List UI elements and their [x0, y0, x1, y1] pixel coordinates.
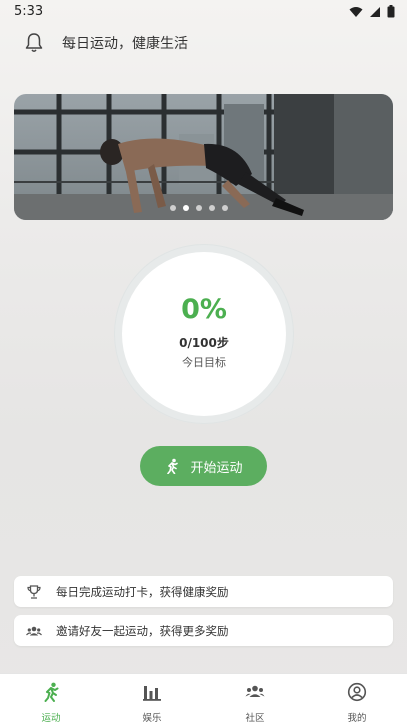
running-icon — [44, 682, 59, 702]
banner-carousel[interactable] — [14, 94, 393, 220]
tab-label: 娱乐 — [142, 713, 162, 724]
bell-icon[interactable] — [24, 32, 44, 54]
carousel-dot[interactable] — [170, 205, 176, 211]
page-title: 每日运动，健康生活 — [62, 36, 188, 52]
running-icon — [167, 458, 179, 474]
tip-card-checkin[interactable]: 每日完成运动打卡，获得健康奖励 — [14, 576, 393, 607]
trophy-icon — [27, 584, 41, 599]
tip-card-invite[interactable]: 邀请好友一起运动，获得更多奖励 — [14, 615, 393, 646]
start-button-label: 开始运动 — [190, 460, 243, 476]
carousel-dot[interactable] — [209, 205, 215, 211]
tab-label: 我的 — [347, 713, 367, 724]
status-icons — [349, 5, 395, 18]
tab-profile[interactable]: 我的 — [327, 682, 387, 724]
tab-label: 运动 — [41, 713, 61, 724]
progress-percent: 0% — [181, 294, 227, 325]
carousel-dot[interactable] — [196, 205, 202, 211]
app-header: 每日运动，健康生活 — [0, 24, 407, 62]
steps-count: 0/100步 — [179, 336, 229, 350]
carousel-dot[interactable] — [222, 205, 228, 211]
community-icon — [245, 685, 265, 697]
bottom-tab-bar: 运动 娱乐 社区 我的 — [0, 673, 407, 726]
tab-entertainment[interactable]: 娱乐 — [122, 682, 182, 724]
profile-icon — [347, 682, 367, 702]
tip-text: 邀请好友一起运动，获得更多奖励 — [56, 623, 229, 638]
tab-exercise[interactable]: 运动 — [21, 682, 81, 724]
friends-icon — [26, 626, 42, 635]
carousel-dot-active[interactable] — [183, 205, 189, 211]
carousel-indicator — [170, 205, 228, 211]
progress-ring: 0% 0/100步 今日目标 — [114, 244, 294, 424]
bar-chart-icon — [143, 686, 161, 701]
status-time: 5:33 — [14, 4, 44, 19]
tab-community[interactable]: 社区 — [225, 682, 285, 724]
battery-icon — [387, 5, 395, 18]
goal-label: 今日目标 — [182, 356, 226, 369]
signal-icon — [370, 6, 380, 17]
tab-label: 社区 — [245, 713, 265, 724]
status-bar: 5:33 — [0, 0, 407, 24]
man-doing-exercise-photo — [14, 94, 393, 220]
wifi-icon — [349, 6, 363, 17]
tip-text: 每日完成运动打卡，获得健康奖励 — [56, 584, 229, 599]
start-exercise-button[interactable]: 开始运动 — [140, 446, 267, 486]
